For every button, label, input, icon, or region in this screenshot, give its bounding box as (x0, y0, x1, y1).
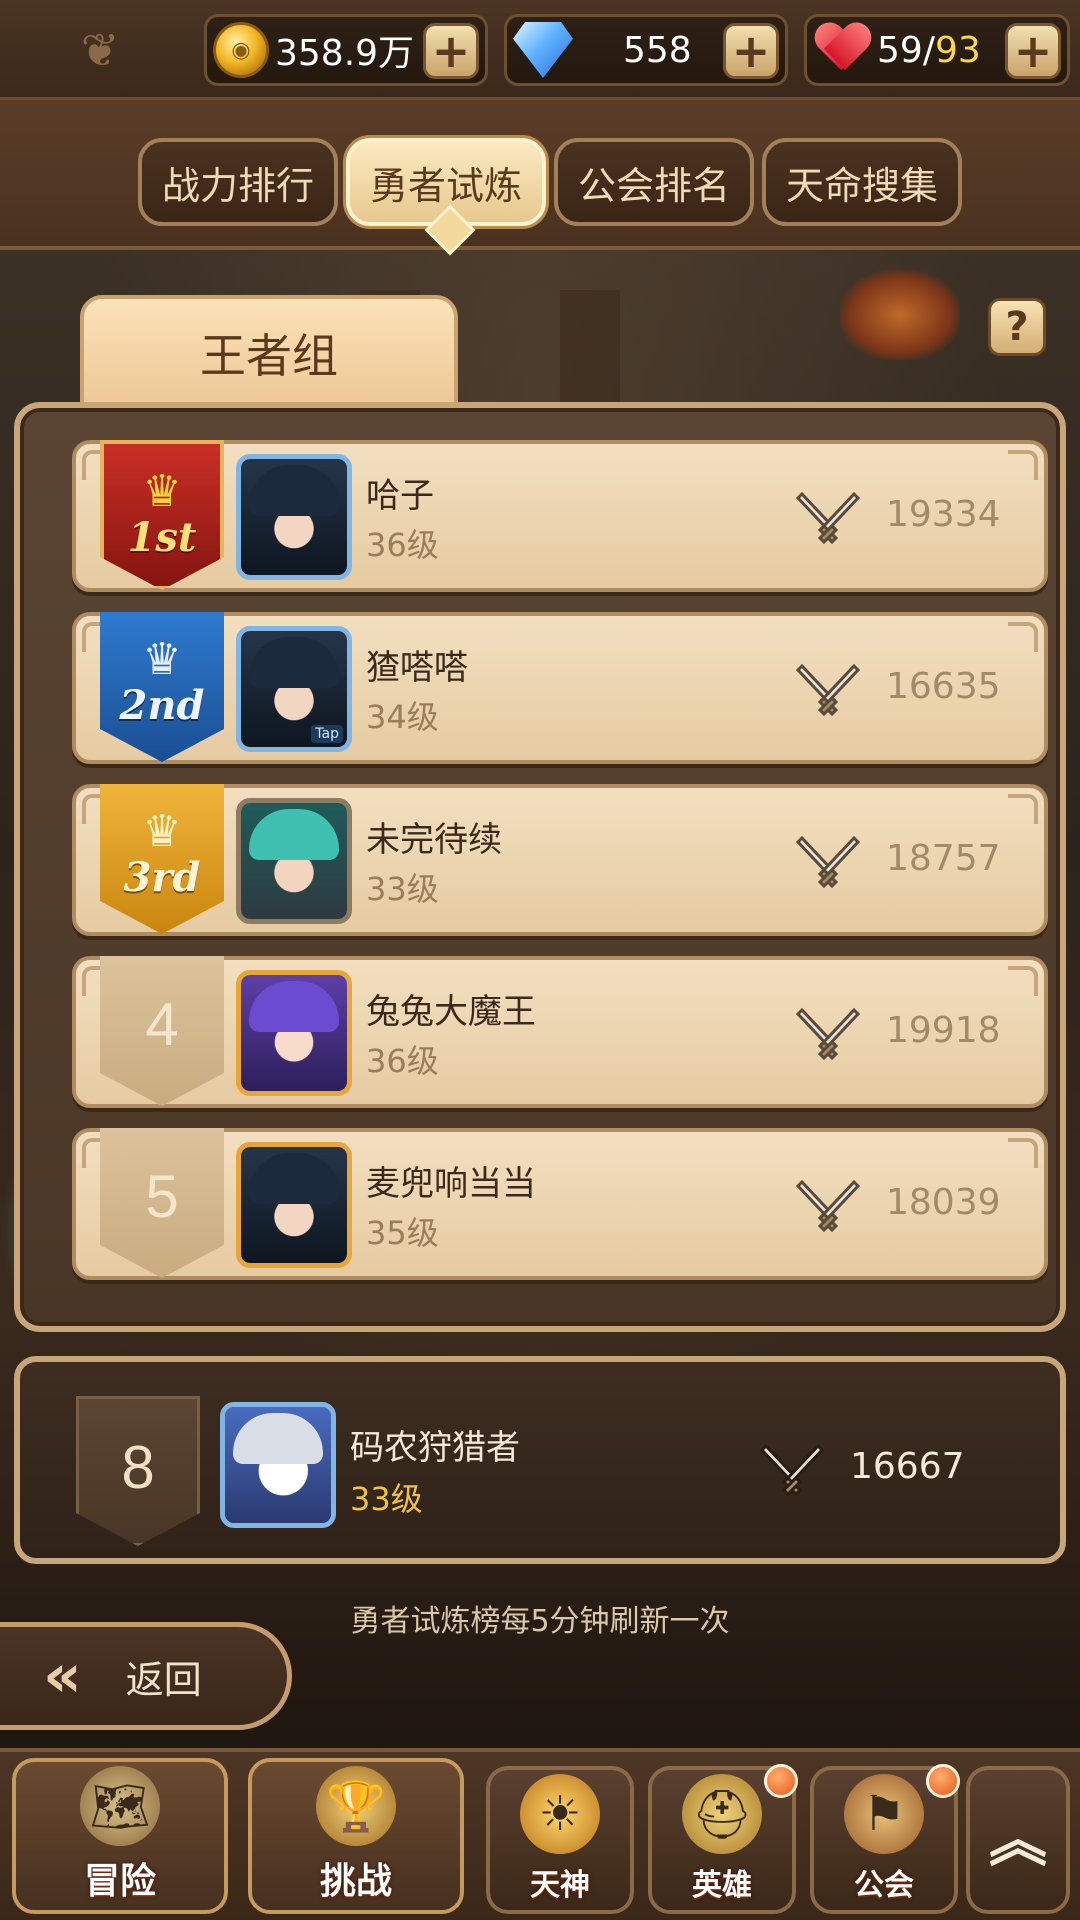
bottom-navigation: 🗺 冒险 🏆 挑战 ☀ 天神 ⛑ 英雄 ⚑ 公会 ︽ (0, 1748, 1080, 1920)
ranking-panel: ♛ 1st 哈子 36级 19334 ♛ 2nd Tap 猹嗒嗒 34级 166… (14, 402, 1066, 1332)
nav-challenge[interactable]: 🏆 挑战 (248, 1758, 464, 1914)
player-level: 35级 (366, 1214, 439, 1252)
group-title: 王者组 (80, 295, 458, 411)
add-gems-button[interactable]: + (723, 23, 779, 79)
notification-dot (764, 1764, 798, 1798)
rank-medal-second: ♛ 2nd (100, 612, 224, 762)
my-avatar[interactable] (220, 1402, 336, 1528)
god-emblem-icon: ☀ (520, 1774, 600, 1854)
ranking-row-5[interactable]: 5 麦兜响当当 35级 18039 (72, 1128, 1048, 1280)
expand-menu-button[interactable]: ︽ (966, 1766, 1070, 1914)
rank-medal-first: ♛ 1st (100, 440, 224, 590)
power-score: 16635 (886, 666, 1001, 707)
gem-counter: 558 + (504, 14, 788, 86)
ranking-row-2[interactable]: ♛ 2nd Tap 猹嗒嗒 34级 16635 (72, 612, 1048, 764)
notification-dot (926, 1764, 960, 1798)
gold-counter: ◉ 358.9万 + (204, 14, 488, 86)
crossed-swords-icon (760, 1443, 824, 1497)
player-name: 哈子 (366, 476, 434, 516)
player-name: 麦兜响当当 (366, 1164, 536, 1204)
nav-guild[interactable]: ⚑ 公会 (810, 1764, 960, 1914)
rank-badge: 5 (100, 1128, 224, 1278)
my-name: 码农狩猎者 (350, 1428, 520, 1468)
ranking-row-1[interactable]: ♛ 1st 哈子 36级 19334 (72, 440, 1048, 592)
power-score: 19918 (886, 1010, 1001, 1051)
currency-bar: ❦ ◉ 358.9万 + 558 + 59/93 + (0, 0, 1080, 100)
player-name: 未完待续 (366, 820, 502, 860)
helmet-icon: ⛑ (682, 1774, 762, 1854)
double-chevron-up-icon: ︽ (988, 1806, 1047, 1874)
stamina-counter: 59/93 + (804, 14, 1070, 86)
heart-icon (815, 24, 871, 76)
tab-guild-ranking[interactable]: 公会排名 (554, 138, 754, 226)
trophy-icon: 🏆 (316, 1766, 396, 1846)
back-label: 返回 (125, 1657, 202, 1702)
crossed-swords-icon (796, 1007, 860, 1061)
player-avatar[interactable] (236, 798, 352, 924)
crown-icon: ♛ (142, 466, 182, 517)
my-power-score: 16667 (850, 1446, 965, 1487)
double-chevron-left-icon: « (43, 1641, 82, 1711)
help-button[interactable]: ? (988, 298, 1046, 356)
gem-value: 558 (623, 29, 692, 71)
rank-badge: 4 (100, 956, 224, 1106)
back-button[interactable]: « 返回 (0, 1622, 292, 1730)
tab-power-ranking[interactable]: 战力排行 (138, 138, 338, 226)
player-avatar[interactable] (236, 454, 352, 580)
gold-coin-icon: ◉ (213, 22, 269, 78)
crown-icon: ♛ (142, 806, 182, 857)
map-scroll-icon: 🗺 (80, 1766, 160, 1846)
tab-destiny-collection[interactable]: 天命搜集 (762, 138, 962, 226)
player-level: 33级 (366, 870, 439, 908)
nav-heroes[interactable]: ⛑ 英雄 (648, 1764, 798, 1914)
player-avatar[interactable] (236, 1142, 352, 1268)
my-level: 33级 (350, 1480, 423, 1518)
crossed-swords-icon (796, 663, 860, 717)
player-name: 猹嗒嗒 (366, 648, 468, 688)
player-level: 36级 (366, 1042, 439, 1080)
player-avatar[interactable] (236, 970, 352, 1096)
crossed-swords-icon (796, 835, 860, 889)
player-name: 兔兔大魔王 (366, 992, 536, 1032)
add-stamina-button[interactable]: + (1005, 23, 1061, 79)
crossed-swords-icon (796, 1179, 860, 1233)
ranking-row-4[interactable]: 4 兔兔大魔王 36级 19918 (72, 956, 1048, 1108)
player-level: 34级 (366, 698, 439, 736)
crossed-swords-icon (796, 491, 860, 545)
ornament-emblem-icon: ❦ (80, 23, 120, 77)
avatar-tag: Tap (311, 725, 343, 743)
player-level: 36级 (366, 526, 439, 564)
ranking-row-3[interactable]: ♛ 3rd 未完待续 33级 18757 (72, 784, 1048, 936)
my-rank-badge: 8 (76, 1396, 200, 1546)
nav-god[interactable]: ☀ 天神 (486, 1766, 634, 1914)
power-score: 18757 (886, 838, 1001, 879)
power-score: 18039 (886, 1182, 1001, 1223)
my-rank-row[interactable]: 8 码农狩猎者 33级 16667 (14, 1356, 1066, 1564)
gold-value: 358.9万 (275, 33, 415, 74)
crown-icon: ♛ (142, 634, 182, 685)
diamond-icon (513, 22, 573, 78)
nav-adventure[interactable]: 🗺 冒险 (12, 1758, 228, 1914)
guild-banner-icon: ⚑ (844, 1774, 924, 1854)
player-avatar[interactable]: Tap (236, 626, 352, 752)
add-gold-button[interactable]: + (423, 23, 479, 79)
power-score: 19334 (886, 494, 1001, 535)
stamina-value: 59/93 (877, 29, 981, 71)
ranking-tabs: 战力排行 勇者试炼 公会排名 天命搜集 (0, 100, 1080, 250)
rank-medal-third: ♛ 3rd (100, 784, 224, 934)
